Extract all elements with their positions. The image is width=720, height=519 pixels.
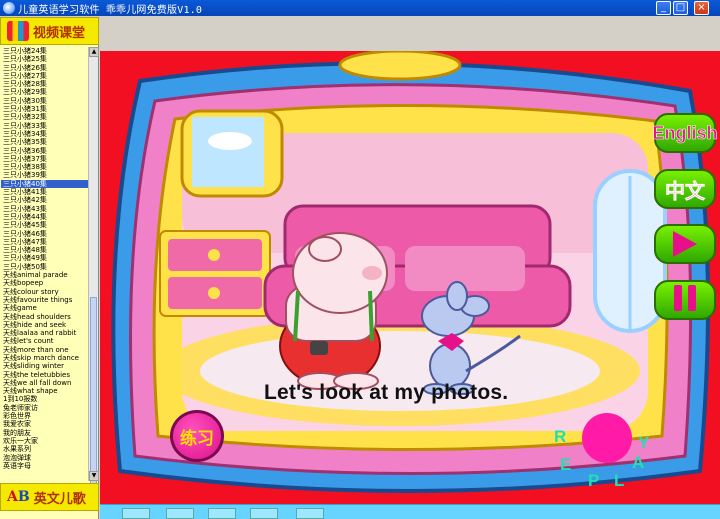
close-button[interactable]: × [694,1,709,15]
subtitle-caption: Let's look at my photos. [264,381,509,404]
list-item[interactable]: 三只小猪26集 [1,64,88,72]
list-scrollbar[interactable]: ▲ ▼ [88,47,99,497]
app-icon [3,2,15,14]
english-button[interactable]: English [652,113,718,153]
minimize-button[interactable]: _ [656,1,671,15]
scroll-down-arrow-icon[interactable]: ▼ [89,471,99,481]
replay-letter-l: L [614,471,625,490]
replay-letter-y: Y [638,433,650,452]
play-icon [673,231,697,257]
video-stage: Let's look at my photos. English 中文 练习 R… [100,51,720,504]
list-item[interactable]: 泡泡弹球 [1,454,88,462]
list-item[interactable]: 彩色世界 [1,412,88,420]
list-item[interactable]: 天线bopeep [1,279,88,287]
toolbar-item-4[interactable] [250,508,278,519]
list-item[interactable]: 三只小猪30集 [1,97,88,105]
practice-button-label: 练习 [180,428,214,449]
list-item[interactable]: 英语字母 [1,462,88,470]
list-item[interactable]: 三只小猪46集 [1,230,88,238]
list-item[interactable]: 三只小猪40集 [1,179,88,189]
ab-icon-a: A [7,489,18,505]
scroll-thumb[interactable] [90,297,97,497]
replay-circle-icon [582,413,632,463]
ab-icon-b: B [17,489,30,505]
list-item[interactable]: 三只小猪29集 [1,88,88,96]
list-item[interactable]: 天线laalaa and rabbit [1,329,88,337]
list-item[interactable]: 三只小猪24集 [1,47,88,55]
replay-letter-e: E [560,455,572,474]
app-window: 儿童英语学习软件 乖乖儿网免费版V1.0 _ □ × 视频课堂 三只小猪24集三… [0,0,720,519]
list-item[interactable]: 天线what shape [1,387,88,395]
list-item[interactable]: 三只小猪36集 [1,147,88,155]
play-button[interactable] [654,224,716,264]
list-item[interactable]: 三只小猪27集 [1,72,88,80]
list-item[interactable]: 天线we all fall down [1,379,88,387]
scroll-up-arrow-icon[interactable]: ▲ [89,47,99,57]
list-item[interactable]: 天线favourite things [1,296,88,304]
list-item[interactable]: 三只小猪38集 [1,163,88,171]
list-item[interactable]: 天线let's count [1,337,88,345]
list-item[interactable]: 三只小猪32集 [1,113,88,121]
list-item[interactable]: 1到10报数 [1,395,88,403]
list-item[interactable]: 天线the teletubbies [1,371,88,379]
title-bar: 儿童英语学习软件 乖乖儿网免费版V1.0 _ □ × [0,0,720,16]
list-item[interactable]: 水果系列 [1,445,88,453]
list-item[interactable]: 天线skip march dance [1,354,88,362]
list-item[interactable]: 三只小猪33集 [1,122,88,130]
top-strip [100,17,720,51]
list-item[interactable]: 三只小猪47集 [1,238,88,246]
list-item[interactable]: 三只小猪48集 [1,246,88,254]
list-item[interactable]: 欢乐一大家 [1,437,88,445]
list-item[interactable]: 天线sliding winter [1,362,88,370]
list-item[interactable]: 三只小猪37集 [1,155,88,163]
list-item[interactable]: 三只小猪28集 [1,80,88,88]
toolbar-item-3[interactable] [208,508,236,519]
list-item[interactable]: 三只小猪49集 [1,254,88,262]
video-class-label: 视频课堂 [33,25,86,41]
bottom-toolbar [100,504,720,519]
list-item[interactable]: 三只小猪43集 [1,205,88,213]
list-item[interactable]: 兔老师家访 [1,404,88,412]
english-songs-label: 英文儿歌 [33,491,86,507]
toolbar-item-2[interactable] [166,508,194,519]
replay-letter-a: A [632,453,645,472]
maximize-button[interactable]: □ [673,1,688,15]
list-item[interactable]: 三只小猪41集 [1,188,88,196]
window-title: 儿童英语学习软件 乖乖儿网免费版V1.0 [18,4,203,16]
chinese-button[interactable]: 中文 [654,169,716,209]
list-item[interactable]: 天线hide and seek [1,321,88,329]
practice-button[interactable]: 练习 [170,410,224,462]
list-item[interactable]: 三只小猪45集 [1,221,88,229]
replay-button[interactable]: R E P L A Y [552,413,657,493]
list-item[interactable]: 天线animal parade [1,271,88,279]
lesson-list: 三只小猪24集 三只小猪25集 三只小猪26集 三只小猪27集 三只小猪28集 三只小猪2… [1,47,88,481]
list-item[interactable]: 三只小猪31集 [1,105,88,113]
list-item[interactable]: 三只小猪44集 [1,213,88,221]
list-item[interactable]: 天线head shoulders [1,313,88,321]
list-item[interactable]: 我爱农家 [1,420,88,428]
video-class-header[interactable]: 视频课堂 [0,17,99,45]
books-icon [7,21,29,41]
list-item[interactable]: 三只小猪35集 [1,138,88,146]
list-item[interactable]: 三只小猪39集 [1,171,88,179]
list-item[interactable]: 三只小猪34集 [1,130,88,138]
list-item[interactable]: 三只小猪42集 [1,196,88,204]
english-songs-header[interactable]: AB 英文儿歌 [0,483,99,511]
english-button-label: English [652,122,718,143]
list-item[interactable]: 三只小猪50集 [1,263,88,271]
list-item[interactable]: 三只小猪25集 [1,55,88,63]
pause-icon [671,285,699,315]
list-item[interactable]: 我的朋友 [1,429,88,437]
list-item[interactable]: 天线game [1,304,88,312]
list-item[interactable]: 天线colour story [1,288,88,296]
replay-letter-r: R [554,427,567,446]
toolbar-item-5[interactable] [296,508,324,519]
ab-icon: AB [7,489,30,505]
pause-button[interactable] [654,280,716,320]
toolbar-item-1[interactable] [122,508,150,519]
chinese-button-label: 中文 [665,180,706,203]
replay-letter-p: P [588,471,600,490]
list-item[interactable]: 天线more than one [1,346,88,354]
sidebar: 视频课堂 三只小猪24集 三只小猪25集 三只小猪26集 三只小猪27集 三只小猪28集… [0,17,99,519]
